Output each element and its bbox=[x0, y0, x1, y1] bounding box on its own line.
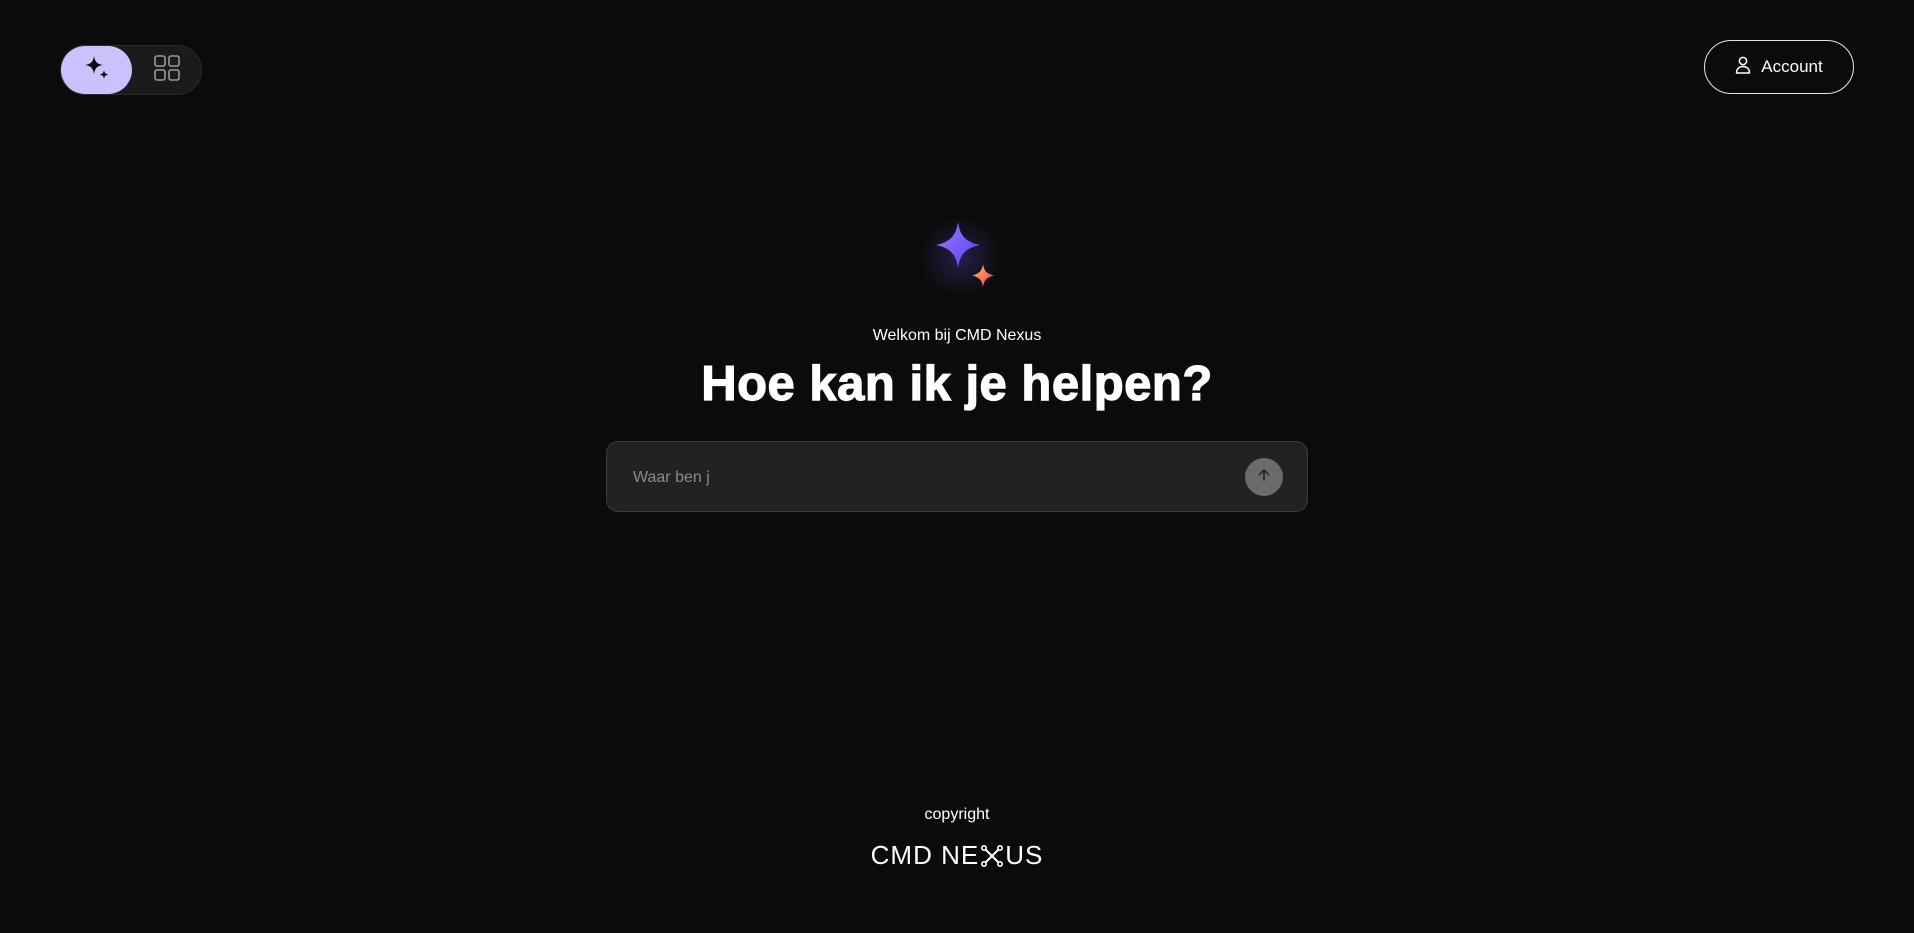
prompt-input[interactable] bbox=[631, 442, 1235, 513]
user-icon bbox=[1735, 56, 1751, 79]
page: Account Welkom bij CMD Nexus Hoe kan ik … bbox=[0, 0, 1914, 933]
copyright-text: copyright bbox=[924, 806, 990, 823]
account-label: Account bbox=[1761, 57, 1823, 76]
grid-icon bbox=[153, 54, 181, 87]
chat-view-button[interactable] bbox=[61, 46, 132, 94]
prompt-box bbox=[606, 441, 1308, 513]
sparkles-logo-icon bbox=[916, 212, 1006, 302]
sparkle-icon bbox=[82, 53, 112, 88]
arrow-up-icon bbox=[1256, 467, 1272, 488]
page-title: Hoe kan ik je helpen? bbox=[701, 356, 1213, 411]
apps-view-button[interactable] bbox=[132, 46, 202, 94]
x-connector-icon bbox=[980, 844, 1004, 868]
send-button[interactable] bbox=[1245, 458, 1283, 496]
view-toggle bbox=[60, 45, 202, 95]
account-button[interactable]: Account bbox=[1704, 40, 1854, 94]
footer-brand-logo: CMD NE US bbox=[0, 840, 1914, 871]
welcome-text: Welkom bij CMD Nexus bbox=[872, 327, 1042, 344]
brand-text-right: US bbox=[1005, 840, 1044, 870]
brand-text-left: CMD NE bbox=[870, 840, 980, 870]
